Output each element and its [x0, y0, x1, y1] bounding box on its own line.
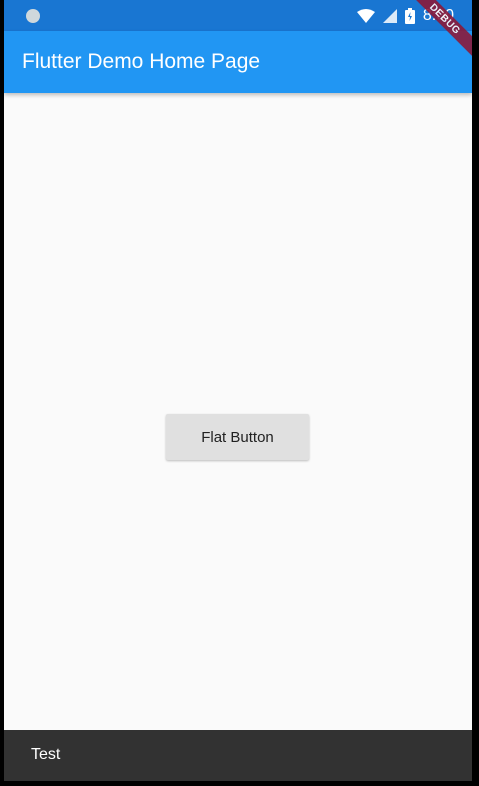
notification-circle-icon [26, 9, 40, 23]
device-screen: 8:00 Flutter Demo Home Page Flat Button … [4, 0, 472, 781]
status-bar: 8:00 [4, 0, 472, 31]
snackbar: Test [4, 730, 472, 781]
snackbar-text: Test [31, 746, 61, 763]
battery-icon [404, 8, 415, 24]
page-title: Flutter Demo Home Page [22, 50, 261, 73]
flat-button[interactable]: Flat Button [166, 414, 309, 460]
signal-icon [382, 9, 397, 23]
body-content: Flat Button [4, 93, 472, 730]
flat-button-label: Flat Button [201, 428, 274, 446]
app-bar: Flutter Demo Home Page [4, 31, 472, 93]
wifi-icon [356, 9, 375, 23]
